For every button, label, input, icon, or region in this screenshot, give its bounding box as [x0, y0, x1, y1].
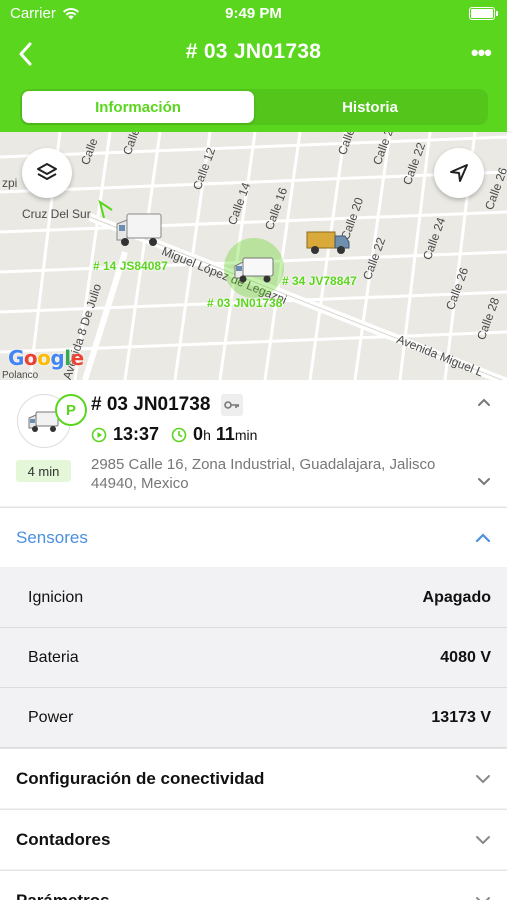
chevron-down-icon: [478, 478, 490, 486]
chevron-up-icon: [478, 398, 490, 406]
sensor-name: Ignicion: [28, 588, 84, 606]
truck-marker-icon[interactable]: [115, 210, 163, 250]
vehicle-address: 2985 Calle 16, Zona Industrial, Guadalaj…: [91, 456, 436, 492]
vehicle-summary-card[interactable]: P 4 min # 03 JN01738 13:37 0 h 11 min 29…: [0, 380, 507, 506]
vehicle-label: # 34 JV78847: [282, 274, 357, 288]
sensor-name: Power: [28, 708, 74, 726]
tab-historia[interactable]: Historia: [254, 91, 486, 123]
selected-truck-marker-icon[interactable]: [233, 252, 277, 286]
sensor-row-power: Power 13173 V: [0, 688, 507, 748]
parking-badge: P: [55, 394, 87, 426]
vehicle-label: # 14 JS84087: [93, 259, 168, 273]
nav-bar: # 03 JN01738 •••: [0, 32, 507, 76]
tab-informacion[interactable]: Información: [22, 91, 254, 123]
vehicle-label: # 03 JN01738: [207, 296, 283, 310]
duration-hours-unit: h: [203, 426, 211, 443]
vehicle-title: # 03 JN01738: [91, 394, 211, 415]
sensor-value: 13173 V: [431, 708, 491, 726]
chevron-down-icon: [476, 896, 490, 900]
sensor-name: Bateria: [28, 648, 79, 666]
chevron-down-icon: [476, 835, 490, 844]
since-badge: 4 min: [16, 460, 71, 482]
key-icon: [221, 394, 243, 416]
battery-icon: [469, 7, 498, 20]
navigation-arrow-icon: [450, 164, 468, 182]
chevron-up-icon: [475, 532, 491, 542]
chevron-down-icon: [476, 774, 490, 783]
street-label: zpi: [2, 176, 18, 190]
pickup-truck-marker-icon[interactable]: [305, 226, 351, 258]
start-time: 13:37: [113, 424, 160, 444]
play-circle-icon: [91, 427, 107, 442]
section-counters[interactable]: Contadores: [0, 809, 507, 869]
sensor-row-ignicion: Ignicion Apagado: [0, 568, 507, 628]
sensor-value: 4080 V: [440, 648, 491, 666]
collapse-card-button[interactable]: [477, 394, 491, 412]
map-location-button[interactable]: [434, 148, 484, 198]
street-label: Polanco: [2, 370, 39, 380]
sensor-row-bateria: Bateria 4080 V: [0, 628, 507, 688]
section-label: Configuración de conectividad: [16, 768, 265, 788]
layers-icon: [37, 163, 57, 180]
map-layers-button[interactable]: [22, 148, 72, 198]
street-label: Cruz Del Sur: [22, 207, 91, 221]
duration-hours: 0: [193, 424, 204, 444]
duration-minutes: 11: [215, 424, 235, 444]
status-bar: Carrier 9:49 PM: [0, 0, 507, 28]
google-logo: Google: [8, 346, 84, 370]
more-options-button[interactable]: •••: [471, 40, 492, 66]
status-time: 9:49 PM: [225, 5, 282, 22]
map-view[interactable]: Calle Calle Calle 12 Calle 14 Calle 16 C…: [0, 132, 507, 380]
clock-icon: [171, 427, 187, 442]
duration-minutes-unit: min: [234, 426, 258, 443]
sensor-value: Apagado: [422, 588, 491, 606]
section-label: Contadores: [16, 829, 111, 849]
segmented-tabs: Información Historia: [20, 89, 488, 125]
section-connectivity-settings[interactable]: Configuración de conectividad: [0, 748, 507, 808]
sensors-section-label: Sensores: [16, 527, 88, 547]
time-row: 13:37 0 h 11 min: [91, 424, 257, 445]
expand-address-button[interactable]: [477, 474, 491, 492]
app-header: Carrier 9:49 PM # 03 JN01738 ••• Informa…: [0, 0, 507, 132]
sensors-section-header[interactable]: Sensores: [0, 507, 507, 567]
section-label: Parámetros: [16, 890, 110, 900]
page-title: # 03 JN01738: [185, 40, 322, 63]
section-parameters[interactable]: Parámetros: [0, 870, 507, 900]
